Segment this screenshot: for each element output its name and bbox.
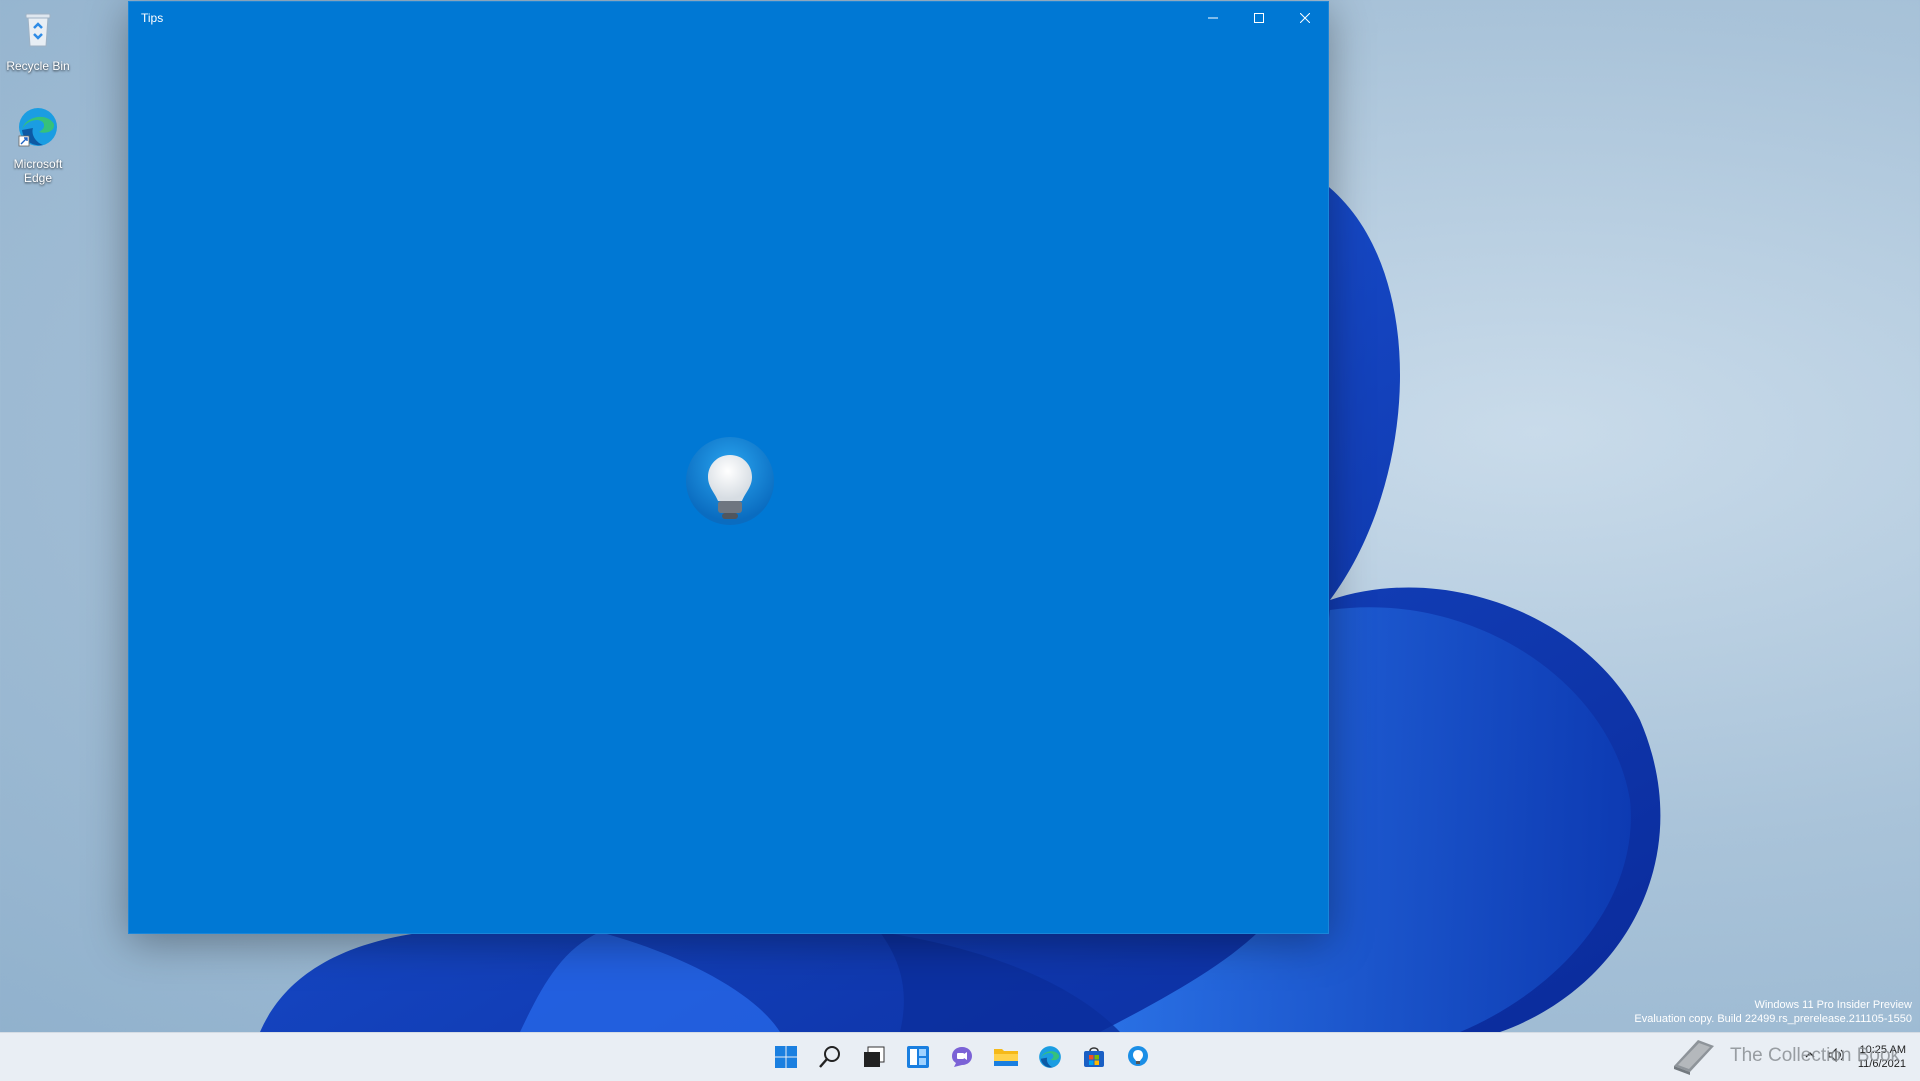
desktop-icon-recycle-bin[interactable]: Recycle Bin [0, 8, 76, 73]
tips-icon [1128, 1046, 1148, 1066]
maximize-icon [1254, 13, 1264, 23]
evaluation-watermark: Windows 11 Pro Insider Preview Evaluatio… [1634, 998, 1912, 1026]
minimize-icon [1208, 17, 1218, 19]
edge-taskbar-button[interactable] [1032, 1037, 1068, 1077]
widgets-button[interactable] [900, 1037, 936, 1077]
close-icon [1300, 13, 1310, 23]
chat-icon [952, 1047, 972, 1067]
search-button[interactable] [812, 1037, 848, 1077]
desktop-icon-label: Microsoft Edge [13, 157, 63, 185]
task-view-icon [864, 1046, 885, 1067]
recycle-bin-icon [25, 13, 51, 47]
taskbar: 10:25 AM 11/6/2021 [0, 1032, 1920, 1081]
minimize-button[interactable] [1190, 2, 1236, 34]
tips-window: Tips [128, 1, 1329, 934]
lightbulb-icon [686, 437, 774, 525]
store-button[interactable] [1076, 1037, 1112, 1077]
start-icon [775, 1046, 797, 1068]
task-view-button[interactable] [856, 1037, 892, 1077]
maximize-button[interactable] [1236, 2, 1282, 34]
edge-icon [18, 108, 57, 147]
start-button[interactable] [768, 1037, 804, 1077]
watermark-text: The Collection Book [1730, 1045, 1901, 1066]
desktop-icon-label: Recycle Bin [6, 59, 70, 73]
widgets-icon [907, 1046, 929, 1068]
chat-button[interactable] [944, 1037, 980, 1077]
store-icon [1084, 1047, 1104, 1067]
search-icon [819, 1046, 840, 1068]
desktop-icon-edge[interactable]: Microsoft Edge [0, 106, 76, 185]
edge-icon [1039, 1046, 1061, 1068]
eval-line-2: Evaluation copy. Build 22499.rs_prerelea… [1634, 1013, 1912, 1025]
book-icon [1674, 1040, 1714, 1075]
file-explorer-button[interactable] [988, 1037, 1024, 1077]
collection-book-watermark: The Collection Book [1668, 1032, 1900, 1080]
close-button[interactable] [1282, 2, 1328, 34]
tips-taskbar-button[interactable] [1120, 1037, 1156, 1077]
window-titlebar[interactable]: Tips [129, 2, 1328, 34]
file-explorer-icon [994, 1049, 1018, 1066]
taskbar-apps [768, 1033, 1156, 1081]
window-title: Tips [141, 11, 164, 25]
eval-line-1: Windows 11 Pro Insider Preview [1754, 999, 1912, 1011]
